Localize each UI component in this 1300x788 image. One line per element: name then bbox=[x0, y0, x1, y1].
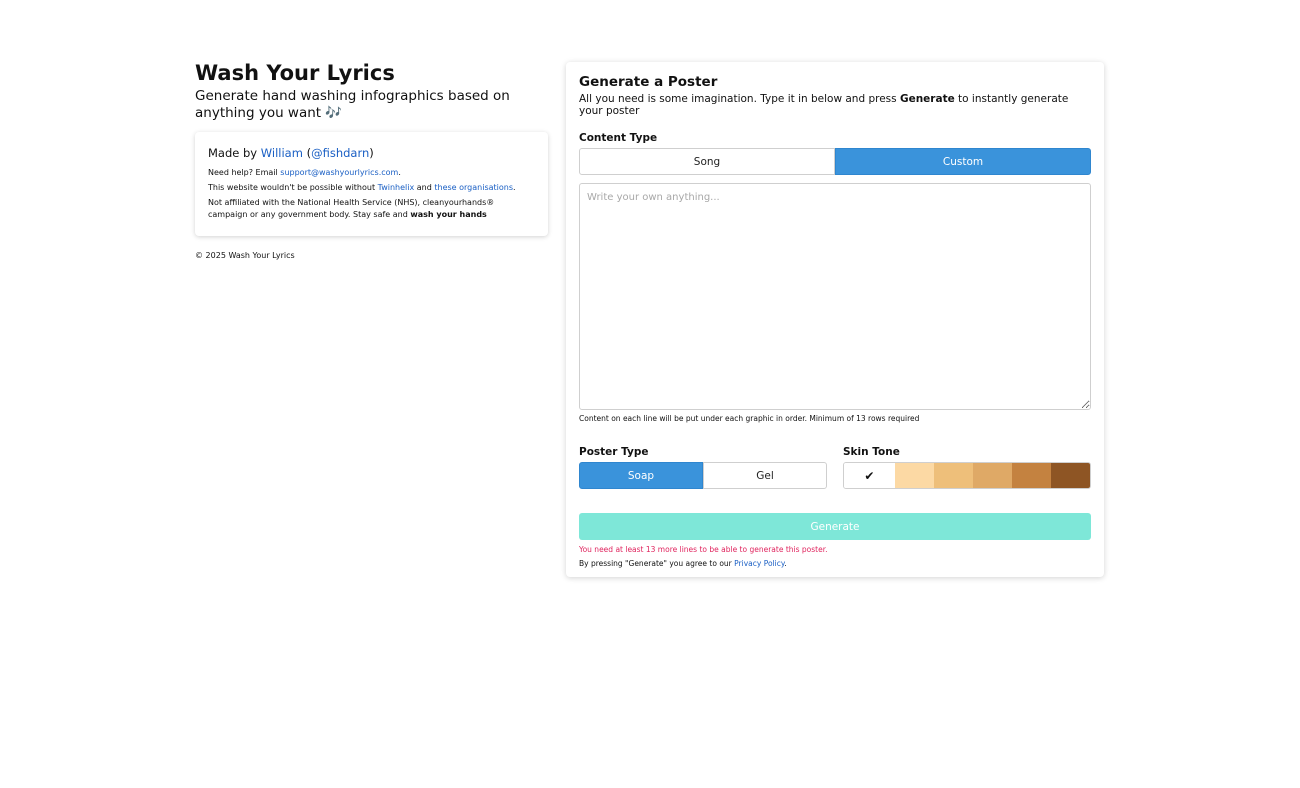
author-open: ( bbox=[302, 146, 312, 160]
desc-prefix: All you need is some imagination. Type i… bbox=[579, 93, 900, 105]
skin-tone-swatch-5[interactable] bbox=[1050, 463, 1090, 488]
content-type-label: Content Type bbox=[579, 132, 658, 144]
help-text: Need help? Email support@washyourlyrics.… bbox=[208, 167, 535, 179]
poster-type-group: Poster Type Soap Gel bbox=[579, 446, 827, 489]
help-prefix: Need help? Email bbox=[208, 168, 281, 177]
content-type-toggle: Song Custom bbox=[579, 148, 1091, 175]
agree-prefix: By pressing "Generate" you agree to our bbox=[579, 559, 735, 568]
panel-description: All you need is some imagination. Type i… bbox=[579, 93, 1091, 117]
site-title: Wash Your Lyrics bbox=[195, 61, 395, 85]
disclaimer-text: Not affiliated with the National Health … bbox=[208, 197, 535, 221]
generate-button[interactable]: Generate bbox=[579, 513, 1091, 540]
options-row: Poster Type Soap Gel Skin Tone ✔ bbox=[579, 446, 1091, 489]
site-subtitle: Generate hand washing infographics based… bbox=[195, 88, 510, 121]
organisations-link[interactable]: these organisations bbox=[434, 183, 513, 192]
made-by: Made by William (@fishdarn) bbox=[208, 146, 535, 160]
thanks-suffix: . bbox=[513, 183, 516, 192]
check-icon: ✔ bbox=[864, 468, 875, 483]
agree-suffix: . bbox=[784, 559, 787, 568]
poster-type-soap-button[interactable]: Soap bbox=[579, 462, 703, 489]
error-message: You need at least 13 more lines to be ab… bbox=[579, 545, 828, 554]
skin-tone-group: Skin Tone ✔ bbox=[843, 446, 1091, 489]
skin-tone-swatch-4[interactable] bbox=[1011, 463, 1051, 488]
support-email-link[interactable]: support@washyourlyrics.com bbox=[280, 168, 398, 177]
thanks-text: This website wouldn't be possible withou… bbox=[208, 182, 535, 194]
skin-tone-swatch-1[interactable] bbox=[894, 463, 934, 488]
poster-type-toggle: Soap Gel bbox=[579, 462, 827, 489]
content-textarea[interactable] bbox=[579, 183, 1091, 410]
content-type-song-button[interactable]: Song bbox=[579, 148, 835, 175]
disclaimer-bold: wash your hands bbox=[410, 210, 487, 219]
author-link[interactable]: William bbox=[261, 146, 303, 160]
info-card: Made by William (@fishdarn) Need help? E… bbox=[195, 132, 548, 236]
author-close: ) bbox=[369, 146, 374, 160]
privacy-policy-link[interactable]: Privacy Policy bbox=[734, 559, 784, 568]
privacy-agreement: By pressing "Generate" you agree to our … bbox=[579, 559, 1091, 568]
made-by-prefix: Made by bbox=[208, 146, 261, 160]
thanks-and: and bbox=[414, 183, 435, 192]
poster-type-label: Poster Type bbox=[579, 446, 649, 458]
skin-tone-picker: ✔ bbox=[843, 462, 1091, 489]
desc-bold: Generate bbox=[899, 93, 955, 105]
skin-tone-swatch-default[interactable]: ✔ bbox=[844, 463, 895, 488]
content-type-custom-button[interactable]: Custom bbox=[835, 148, 1091, 175]
content-hint: Content on each line will be put under e… bbox=[579, 414, 920, 423]
skin-tone-label: Skin Tone bbox=[843, 446, 900, 458]
skin-tone-swatch-3[interactable] bbox=[972, 463, 1012, 488]
copyright: © 2025 Wash Your Lyrics bbox=[195, 251, 295, 260]
thanks-prefix: This website wouldn't be possible withou… bbox=[208, 183, 378, 192]
twinhelix-link[interactable]: Twinhelix bbox=[378, 183, 415, 192]
left-column: Wash Your Lyrics Generate hand washing i… bbox=[195, 60, 550, 260]
poster-type-gel-button[interactable]: Gel bbox=[703, 462, 827, 489]
author-handle-link[interactable]: @fishdarn bbox=[311, 146, 369, 160]
generate-panel: Generate a Poster All you need is some i… bbox=[566, 62, 1104, 577]
help-suffix: . bbox=[398, 168, 401, 177]
skin-tone-swatch-2[interactable] bbox=[933, 463, 973, 488]
panel-title: Generate a Poster bbox=[579, 74, 718, 90]
